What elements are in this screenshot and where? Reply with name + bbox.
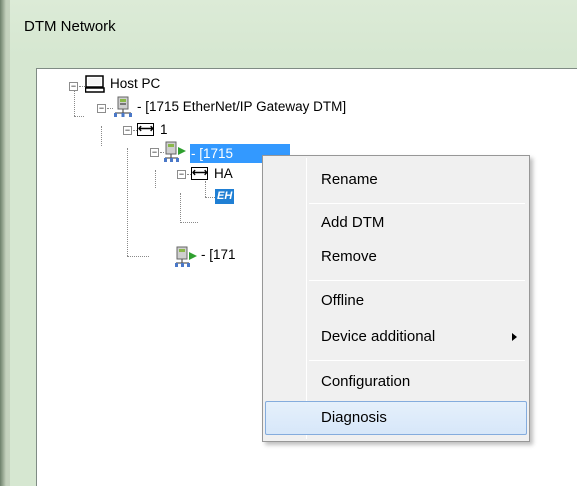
menu-item-label: Add DTM: [321, 214, 385, 231]
collapse-toggle-host-pc[interactable]: −: [69, 82, 78, 91]
computer-icon: [85, 75, 105, 93]
tree-line: [205, 181, 206, 197]
tree-line: [155, 170, 156, 188]
tree-line: [127, 256, 149, 257]
menu-item-configuration[interactable]: Configuration: [265, 365, 527, 399]
menu-item-add-dtm[interactable]: Add DTM: [265, 206, 527, 240]
menu-separator: [309, 280, 525, 281]
tree-item-gateway-dtm[interactable]: - [1715 EtherNet/IP Gateway DTM]: [137, 99, 346, 114]
adapter-device-icon: [175, 246, 197, 267]
menu-item-offline[interactable]: Offline: [265, 284, 527, 318]
window-title: DTM Network: [24, 18, 116, 35]
gateway-device-icon: [114, 96, 132, 117]
menu-item-label: Offline: [321, 292, 365, 309]
tree-item-host-pc[interactable]: Host PC: [110, 76, 160, 91]
tree-line: [101, 126, 102, 146]
tree-item-port-1[interactable]: 1: [160, 122, 168, 137]
tree-line: [74, 88, 75, 116]
network-port-icon: ⟷: [137, 123, 154, 136]
menu-item-remove[interactable]: Remove: [265, 240, 527, 274]
tree-item-adapter-2[interactable]: - [171: [201, 247, 236, 262]
menu-item-rename[interactable]: Rename: [265, 163, 527, 197]
eh-device-icon[interactable]: EH: [215, 189, 235, 204]
tree-item-hart[interactable]: HA: [214, 166, 233, 181]
tree-line: [180, 222, 198, 223]
collapse-toggle-gateway[interactable]: −: [97, 104, 106, 113]
menu-item-label: Device additional: [321, 328, 436, 345]
submenu-arrow-icon: [512, 333, 517, 341]
collapse-toggle-adapter-1[interactable]: −: [150, 148, 159, 157]
collapse-toggle-port-1[interactable]: −: [123, 126, 132, 135]
menu-item-label: Rename: [321, 171, 378, 188]
tree-item-adapter-1-label: - [1715: [191, 146, 234, 161]
tree-line: [180, 193, 181, 223]
dtm-network-window: DTM Network − Host PC − - [1715 EtherNet…: [10, 0, 577, 486]
menu-item-device-additional[interactable]: Device additional: [265, 320, 527, 354]
tree-line: [74, 116, 84, 117]
collapse-toggle-hart[interactable]: −: [177, 170, 186, 179]
tree-line: [127, 148, 128, 256]
menu-item-label: Diagnosis: [321, 409, 387, 426]
menu-separator: [309, 203, 525, 204]
context-menu: Rename Add DTM Remove Offline Device add…: [262, 155, 530, 442]
tree-line: [205, 197, 215, 198]
menu-item-label: Remove: [321, 248, 377, 265]
menu-item-label: Configuration: [321, 373, 411, 390]
adapter-device-icon: [164, 141, 186, 162]
network-port-icon: ⟷: [191, 167, 208, 180]
menu-separator: [309, 360, 525, 361]
menu-item-diagnosis[interactable]: Diagnosis: [265, 401, 527, 435]
